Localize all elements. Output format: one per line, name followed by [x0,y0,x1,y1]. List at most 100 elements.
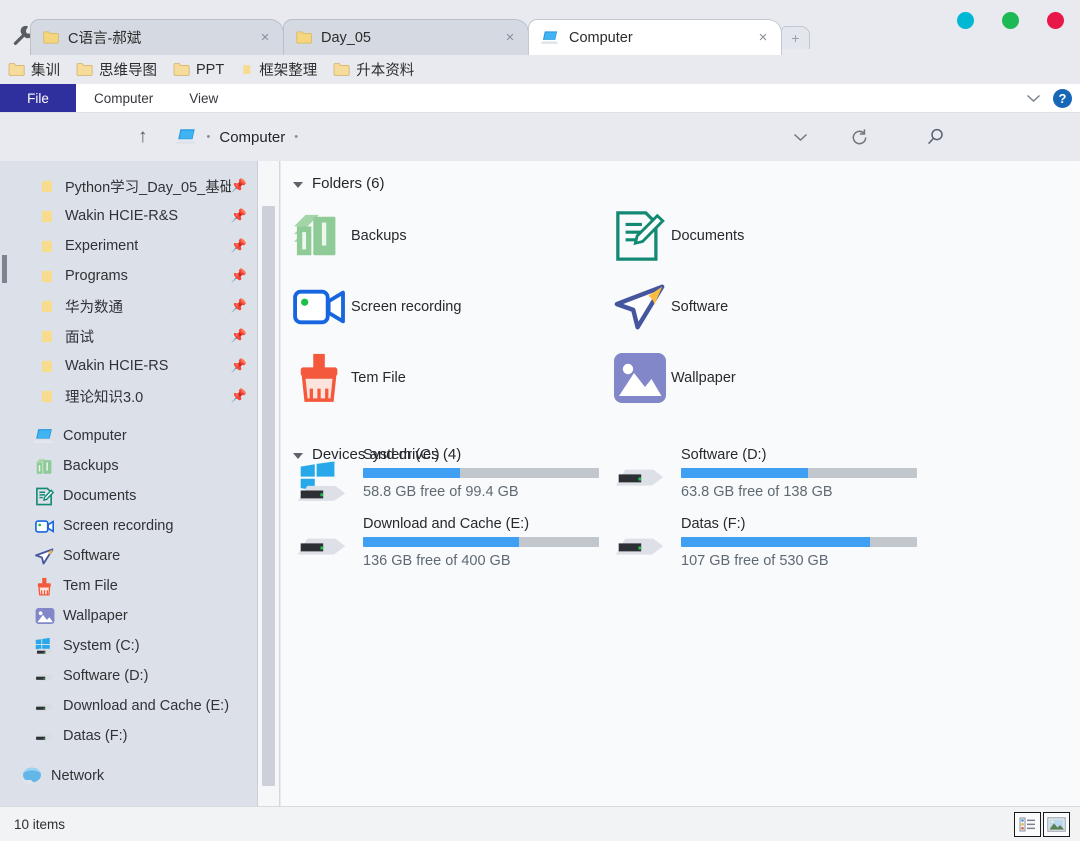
pin-icon[interactable]: 📌 [231,238,247,254]
tab-day-05[interactable]: Day_05 × [283,19,529,55]
backups-icon [34,456,55,476]
drive-tile-download-and-cache-e[interactable]: Download and Cache (E:) 136 GB free of 4… [289,516,599,569]
sidebar-item-system-c[interactable]: System (C:) [0,631,257,661]
pin-icon[interactable]: 📌 [231,328,247,344]
tab-computer[interactable]: Computer × [528,19,782,55]
tab-view[interactable]: View [171,84,236,112]
pin-icon[interactable]: 📌 [231,358,247,374]
tab-computer-ribbon[interactable]: Computer [76,84,171,112]
new-tab-button[interactable]: + [781,26,810,49]
drive-tile-software-d[interactable]: Software (D:) 63.8 GB free of 138 GB [607,447,917,500]
refresh-icon [852,128,866,144]
sidebar-scrollbar-thumb[interactable] [262,206,275,786]
picture-icon [34,606,55,626]
sidebar-item-software[interactable]: Software [0,541,257,571]
sidebar-item-network[interactable]: Network [0,761,257,791]
sidebar-item-download-and-cache-e[interactable]: Download and Cache (E:) [0,691,257,721]
minimize-button[interactable] [957,12,974,29]
sidebar-item-software-d[interactable]: Software (D:) [0,661,257,691]
breadcrumb-item-computer[interactable]: Computer [219,129,285,146]
folder-icon [173,63,190,76]
folder-tile-label: Wallpaper [671,370,736,386]
sidebar-item-programs[interactable]: Programs 📌 [0,261,257,291]
drive-usage-bar [363,537,599,547]
chevron-down-icon[interactable] [1026,93,1041,103]
sidebar-item-label: System (C:) [63,638,140,654]
history-dropdown-button[interactable] [774,132,826,142]
folder-icon [296,31,312,44]
sidebar-item-theory[interactable]: 理论知识3.0 📌 [0,381,257,411]
folder-tile-label: Screen recording [351,299,462,315]
bookmark-label: PPT [196,61,225,78]
drive-info: Datas (F:) 107 GB free of 530 GB [681,516,917,569]
up-button[interactable]: ↑ [138,126,148,148]
sidebar-item-documents[interactable]: Documents [0,481,257,511]
sidebar-item-screen-recording[interactable]: Screen recording [0,511,257,541]
folder-tile-wallpaper[interactable]: Wallpaper [609,350,736,406]
sidebar-item-wallpaper[interactable]: Wallpaper [0,601,257,631]
pin-icon[interactable]: 📌 [231,208,247,224]
close-icon[interactable]: × [500,30,520,45]
sidebar-item-datas-f[interactable]: Datas (F:) [0,721,257,751]
maximize-button[interactable] [1002,12,1019,29]
drive-tile-datas-f[interactable]: Datas (F:) 107 GB free of 530 GB [607,516,917,569]
view-mode-buttons [1014,811,1070,837]
tab-file[interactable]: File [0,84,76,112]
folder-tile-label: Backups [351,228,407,244]
collapse-triangle-icon[interactable] [293,181,303,188]
help-button[interactable]: ? [1053,88,1072,108]
pin-icon[interactable]: 📌 [231,298,247,314]
sidebar-item-experiment[interactable]: Experiment 📌 [0,231,257,261]
bookmark-item-1[interactable]: 思维导图 [76,59,157,80]
drive-usage-bar [681,468,917,478]
content-pane[interactable]: Folders (6) Backups Documents Screen rec… [281,161,1080,806]
sidebar-item-label: Tem File [63,578,118,594]
folder-icon [41,390,52,402]
folder-icon [41,240,52,252]
folder-tile-software[interactable]: Software [609,279,728,335]
folder-tile-label: Documents [671,228,745,244]
sidebar-item-interview[interactable]: 面试 📌 [0,321,257,351]
drive-info: System (C:) 58.8 GB free of 99.4 GB [363,447,599,500]
refresh-button[interactable] [826,128,892,147]
sidebar-item-tem-file[interactable]: Tem File [0,571,257,601]
file-explorer-window: C语言-郝斌 × Day_05 × Computer × + 集训 思维导图 P… [0,0,1080,841]
folder-tile-tem-file[interactable]: Tem File [289,350,406,406]
folder-icon [243,65,251,74]
large-icons-view-button[interactable] [1043,811,1070,837]
folder-icon [333,63,350,76]
navigation-sidebar[interactable]: Python学习_Day_05_基础 📌 Wakin HCIE-R&S 📌 Ex… [0,161,258,806]
folder-tile-documents[interactable]: Documents [609,208,744,264]
bookmark-item-0[interactable]: 集训 [8,59,60,80]
drive-icon [34,666,55,686]
sidebar-item-label: Screen recording [63,518,174,534]
tab-c-language[interactable]: C语言-郝斌 × [30,19,284,55]
group-header-folders[interactable]: Folders (6) [281,175,385,192]
folder-tile-backups[interactable]: Backups [289,208,407,264]
sidebar-item-label: Software [63,548,121,564]
details-view-button[interactable] [1014,811,1041,837]
sidebar-item-huawei[interactable]: 华为数通 📌 [0,291,257,321]
pin-icon[interactable]: 📌 [231,178,247,194]
sidebar-item-python-learning[interactable]: Python学习_Day_05_基础 📌 [0,171,257,201]
pin-icon[interactable]: 📌 [231,388,247,404]
close-icon[interactable]: × [255,30,275,45]
bookmark-bar: 集训 思维导图 PPT 框架整理 升本资料 [0,55,1080,84]
sidebar-item-wakin-hcie-rs-amp[interactable]: Wakin HCIE-R&S 📌 [0,201,257,231]
pin-icon[interactable]: 📌 [231,268,247,284]
video-camera-icon [289,284,351,330]
close-icon[interactable]: × [753,30,773,45]
search-input[interactable] [892,126,980,148]
sidebar-item-computer[interactable]: Computer [0,421,257,451]
close-button[interactable] [1047,12,1064,29]
bookmark-item-2[interactable]: PPT [173,62,224,78]
folder-tile-screen-recording[interactable]: Screen recording [289,279,461,335]
drive-free-text: 136 GB free of 400 GB [363,553,511,569]
sidebar-item-wakin-hcie-rs[interactable]: Wakin HCIE-RS 📌 [0,351,257,381]
sidebar-item-backups[interactable]: Backups [0,451,257,481]
bookmark-item-4[interactable]: 升本资料 [333,59,414,80]
sidebar-scrollbar[interactable] [258,161,280,806]
drive-tile-system-c[interactable]: System (C:) 58.8 GB free of 99.4 GB [289,447,599,505]
breadcrumb-separator[interactable]: • [294,131,298,143]
bookmark-item-3[interactable]: 框架整理 [240,59,317,80]
